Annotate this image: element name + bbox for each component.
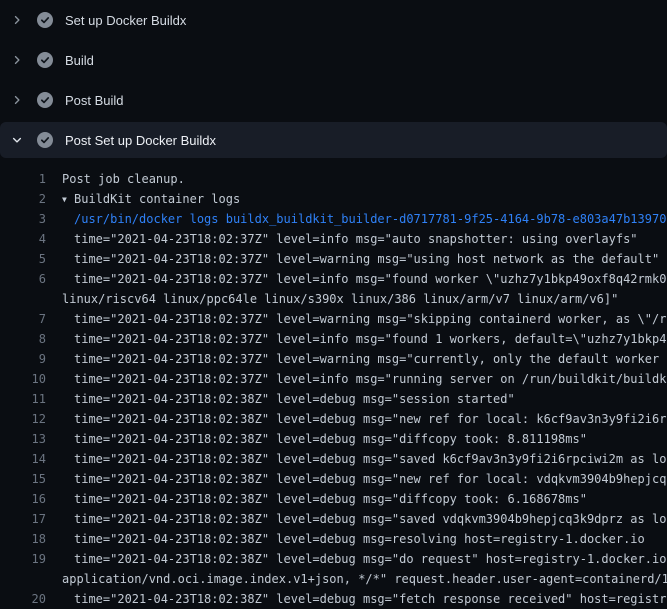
log-text: time="2021-04-23T18:02:38Z" level=debug … <box>46 549 667 569</box>
log-text: time="2021-04-23T18:02:38Z" level=debug … <box>46 489 587 509</box>
line-number[interactable]: 12 <box>0 409 46 429</box>
line-number[interactable]: 2 <box>0 189 46 209</box>
log-row: 11time="2021-04-23T18:02:38Z" level=debu… <box>0 389 667 409</box>
log-row: 6time="2021-04-23T18:02:37Z" level=info … <box>0 269 667 289</box>
log-row: 18time="2021-04-23T18:02:38Z" level=debu… <box>0 529 667 549</box>
log-row: 3/usr/bin/docker logs buildx_buildkit_bu… <box>0 209 667 229</box>
line-number[interactable]: 17 <box>0 509 46 529</box>
log-console: 1Post job cleanup.2▼BuildKit container l… <box>0 158 667 609</box>
log-text: time="2021-04-23T18:02:38Z" level=debug … <box>46 589 667 609</box>
log-text: time="2021-04-23T18:02:38Z" level=debug … <box>46 529 645 549</box>
log-group-row: 2▼BuildKit container logs <box>0 189 667 209</box>
log-command-text: /usr/bin/docker logs buildx_buildkit_bui… <box>46 209 666 229</box>
step-title: Build <box>65 53 94 68</box>
caret-down-icon: ▼ <box>62 190 74 209</box>
log-text: time="2021-04-23T18:02:37Z" level=warnin… <box>46 309 667 329</box>
chevron-down-icon <box>11 134 23 146</box>
log-row: 8time="2021-04-23T18:02:37Z" level=info … <box>0 329 667 349</box>
log-text[interactable]: ▼BuildKit container logs <box>46 189 240 209</box>
log-text: Post job cleanup. <box>46 169 185 189</box>
log-row: 15time="2021-04-23T18:02:38Z" level=debu… <box>0 469 667 489</box>
log-row: linux/riscv64 linux/ppc64le linux/s390x … <box>0 289 667 309</box>
log-row: 20time="2021-04-23T18:02:38Z" level=debu… <box>0 589 667 609</box>
log-row: 10time="2021-04-23T18:02:37Z" level=info… <box>0 369 667 389</box>
log-text: time="2021-04-23T18:02:38Z" level=debug … <box>46 509 667 529</box>
chevron-right-icon <box>11 14 23 26</box>
log-text: time="2021-04-23T18:02:37Z" level=warnin… <box>46 249 659 269</box>
chevron-right-icon <box>11 54 23 66</box>
log-text: time="2021-04-23T18:02:38Z" level=debug … <box>46 449 667 469</box>
line-number[interactable]: 11 <box>0 389 46 409</box>
log-row: 5time="2021-04-23T18:02:37Z" level=warni… <box>0 249 667 269</box>
step-row-post-build[interactable]: Post Build <box>0 80 667 120</box>
actions-log-viewer: Set up Docker Buildx Build Post Build Post … <box>0 0 667 609</box>
line-number[interactable]: 1 <box>0 169 46 189</box>
log-text: time="2021-04-23T18:02:38Z" level=debug … <box>46 429 587 449</box>
step-row-build[interactable]: Build <box>0 40 667 80</box>
log-text: time="2021-04-23T18:02:38Z" level=debug … <box>46 409 667 429</box>
log-text: time="2021-04-23T18:02:37Z" level=info m… <box>46 369 667 389</box>
log-text: application/vnd.oci.image.index.v1+json,… <box>46 569 667 589</box>
log-text: time="2021-04-23T18:02:38Z" level=debug … <box>46 389 515 409</box>
log-text: time="2021-04-23T18:02:37Z" level=info m… <box>46 229 638 249</box>
line-number[interactable]: 7 <box>0 309 46 329</box>
log-row: 9time="2021-04-23T18:02:37Z" level=warni… <box>0 349 667 369</box>
log-row: 13time="2021-04-23T18:02:38Z" level=debu… <box>0 429 667 449</box>
line-number <box>0 289 46 309</box>
check-circle-icon <box>37 132 53 148</box>
line-number[interactable]: 14 <box>0 449 46 469</box>
steps-list: Set up Docker Buildx Build Post Build Post … <box>0 0 667 158</box>
step-title: Post Set up Docker Buildx <box>65 133 216 148</box>
step-title: Post Build <box>65 93 124 108</box>
line-number[interactable]: 9 <box>0 349 46 369</box>
check-circle-icon <box>37 12 53 28</box>
log-text: time="2021-04-23T18:02:38Z" level=debug … <box>46 469 667 489</box>
log-text: time="2021-04-23T18:02:37Z" level=warnin… <box>46 349 667 369</box>
log-row: application/vnd.oci.image.index.v1+json,… <box>0 569 667 589</box>
line-number[interactable]: 19 <box>0 549 46 569</box>
chevron-right-icon <box>11 94 23 106</box>
line-number[interactable]: 3 <box>0 209 46 229</box>
log-row: 7time="2021-04-23T18:02:37Z" level=warni… <box>0 309 667 329</box>
log-text: time="2021-04-23T18:02:37Z" level=info m… <box>46 329 667 349</box>
check-circle-icon <box>37 92 53 108</box>
step-row-post-set-up-docker-buildx[interactable]: Post Set up Docker Buildx <box>0 122 667 158</box>
line-number[interactable]: 8 <box>0 329 46 349</box>
line-number[interactable]: 4 <box>0 229 46 249</box>
line-number[interactable]: 16 <box>0 489 46 509</box>
log-row: 16time="2021-04-23T18:02:38Z" level=debu… <box>0 489 667 509</box>
line-number[interactable]: 5 <box>0 249 46 269</box>
check-circle-icon <box>37 52 53 68</box>
log-text: linux/riscv64 linux/ppc64le linux/s390x … <box>46 289 618 309</box>
line-number <box>0 569 46 589</box>
line-number[interactable]: 13 <box>0 429 46 449</box>
log-row: 1Post job cleanup. <box>0 169 667 189</box>
line-number[interactable]: 6 <box>0 269 46 289</box>
line-number[interactable]: 10 <box>0 369 46 389</box>
log-row: 4time="2021-04-23T18:02:37Z" level=info … <box>0 229 667 249</box>
log-row: 14time="2021-04-23T18:02:38Z" level=debu… <box>0 449 667 469</box>
step-title: Set up Docker Buildx <box>65 13 186 28</box>
line-number[interactable]: 15 <box>0 469 46 489</box>
log-text: time="2021-04-23T18:02:37Z" level=info m… <box>46 269 667 289</box>
log-row: 12time="2021-04-23T18:02:38Z" level=debu… <box>0 409 667 429</box>
line-number[interactable]: 20 <box>0 589 46 609</box>
line-number[interactable]: 18 <box>0 529 46 549</box>
step-row-set-up-docker-buildx[interactable]: Set up Docker Buildx <box>0 0 667 40</box>
log-row: 19time="2021-04-23T18:02:38Z" level=debu… <box>0 549 667 569</box>
log-row: 17time="2021-04-23T18:02:38Z" level=debu… <box>0 509 667 529</box>
